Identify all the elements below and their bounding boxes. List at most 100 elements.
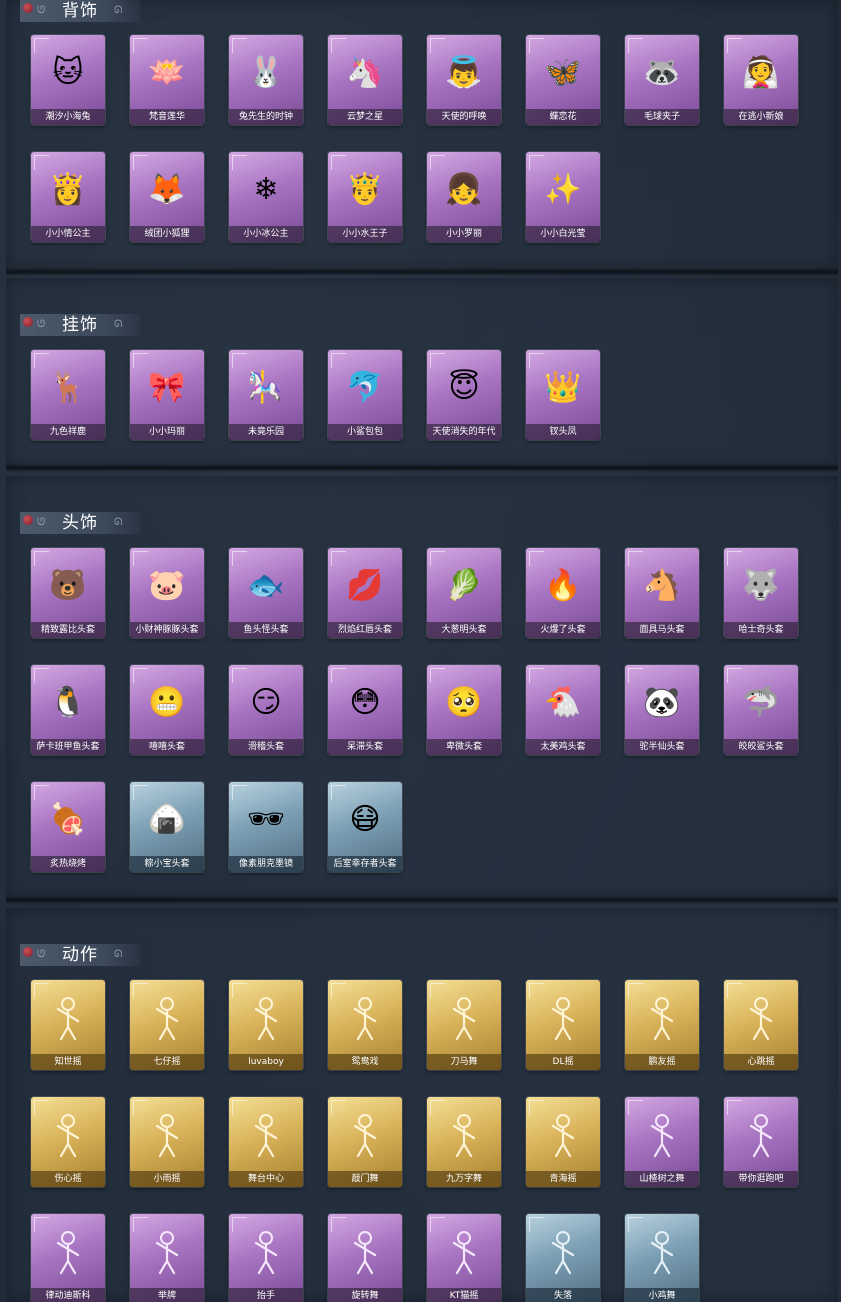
- paradise-doll-icon: 🎠: [247, 370, 285, 405]
- item-card[interactable]: 舞台中心: [229, 1097, 303, 1187]
- item-card[interactable]: 🦌 九色祥鹿: [31, 350, 105, 440]
- item-card[interactable]: 💋 烈焰红唇头套: [328, 548, 402, 638]
- item-card[interactable]: 刀马舞: [427, 980, 501, 1070]
- item-card[interactable]: 🕶 像素朋克墨镜: [229, 782, 303, 872]
- item-card[interactable]: KT猫摇: [427, 1214, 501, 1302]
- item-card[interactable]: 心跳摇: [724, 980, 798, 1070]
- item-card[interactable]: 👑 钗头凤: [526, 350, 600, 440]
- item-card[interactable]: 旋转舞: [328, 1214, 402, 1302]
- item-label: 小小罗丽: [427, 226, 501, 242]
- item-card[interactable]: 🐧 萨卡班甲鱼头套: [31, 665, 105, 755]
- item-card[interactable]: 🐬 小鲨包包: [328, 350, 402, 440]
- item-card[interactable]: 🍖 炙热烧烤: [31, 782, 105, 872]
- dance-pose-icon: [44, 1107, 92, 1163]
- item-card[interactable]: 带你逛跑吧: [724, 1097, 798, 1187]
- item-label: 刀马舞: [427, 1054, 501, 1070]
- item-label: 举牌: [130, 1288, 204, 1302]
- item-card[interactable]: 🦋 蝶恋花: [526, 35, 600, 125]
- item-card[interactable]: 鹏友摇: [625, 980, 699, 1070]
- pixel-sunglasses-icon: 🕶: [246, 802, 286, 837]
- seal-icon: [23, 317, 33, 327]
- item-card[interactable]: 🐷 小财神豚豚头套: [130, 548, 204, 638]
- item-card[interactable]: DL摇: [526, 980, 600, 1070]
- item-label: 心跳摇: [724, 1054, 798, 1070]
- item-card[interactable]: 九万字舞: [427, 1097, 501, 1187]
- item-card[interactable]: 🎠 未竟乐园: [229, 350, 303, 440]
- item-card[interactable]: 失落: [526, 1214, 600, 1302]
- deer-icon: 🦌: [49, 370, 87, 405]
- item-label: 毛球夹子: [625, 109, 699, 125]
- item-card[interactable]: 🦝 毛球夹子: [625, 35, 699, 125]
- item-label: 小小白光莹: [526, 226, 600, 242]
- item-card[interactable]: 🥬 大葱明头套: [427, 548, 501, 638]
- item-card[interactable]: 🐻 精致露比头套: [31, 548, 105, 638]
- item-card[interactable]: 🥺 卑微头套: [427, 665, 501, 755]
- item-card[interactable]: 🐔 太美鸡头套: [526, 665, 600, 755]
- item-label: 后室幸存者头套: [328, 856, 402, 872]
- item-card[interactable]: 👧 小小罗丽: [427, 152, 501, 242]
- item-card[interactable]: 🎀 小小玛丽: [130, 350, 204, 440]
- item-card[interactable]: 敲门舞: [328, 1097, 402, 1187]
- section-title: 背饰: [62, 1, 98, 21]
- item-card[interactable]: 🤴 小小水王子: [328, 152, 402, 242]
- item-card[interactable]: 😇 天使消失的年代: [427, 350, 501, 440]
- item-card[interactable]: 🔥 火爆了头套: [526, 548, 600, 638]
- item-card[interactable]: 🍙 粽小宝头套: [130, 782, 204, 872]
- item-card[interactable]: 小雨摇: [130, 1097, 204, 1187]
- swirl-icon: ᘏ: [114, 319, 123, 330]
- item-card[interactable]: 🐴 面具马头套: [625, 548, 699, 638]
- item-card[interactable]: 抬手: [229, 1214, 303, 1302]
- item-card[interactable]: luvaboy: [229, 980, 303, 1070]
- kneel-pose-icon: [539, 1224, 587, 1280]
- item-card[interactable]: 知世摇: [31, 980, 105, 1070]
- item-card[interactable]: 🐰 兔先生的时钟: [229, 35, 303, 125]
- dance-pose-icon: [440, 1107, 488, 1163]
- item-card[interactable]: 👸 小小情公主: [31, 152, 105, 242]
- item-card[interactable]: 👰 在逃小新娘: [724, 35, 798, 125]
- item-label: 知世摇: [31, 1054, 105, 1070]
- item-card[interactable]: ✨ 小小白光莹: [526, 152, 600, 242]
- funny-emoji-icon: 😏: [250, 685, 282, 720]
- seal-icon: [23, 515, 33, 525]
- item-label: 云梦之星: [328, 109, 402, 125]
- item-card[interactable]: 小鸡舞: [625, 1214, 699, 1302]
- item-card[interactable]: 🐺 哈士奇头套: [724, 548, 798, 638]
- item-label: 鹏友摇: [625, 1054, 699, 1070]
- item-card[interactable]: 七仔摇: [130, 980, 204, 1070]
- item-label: KT猫摇: [427, 1288, 501, 1302]
- item-label: 太美鸡头套: [526, 739, 600, 755]
- item-card[interactable]: 🦄 云梦之星: [328, 35, 402, 125]
- item-card[interactable]: 😏 滑稽头套: [229, 665, 303, 755]
- item-card[interactable]: ❄ 小小冰公主: [229, 152, 303, 242]
- item-card[interactable]: 伤心摇: [31, 1097, 105, 1187]
- item-card[interactable]: 🐱 潮汐小海兔: [31, 35, 105, 125]
- item-card[interactable]: 🦈 皎皎鲨头套: [724, 665, 798, 755]
- item-card[interactable]: 山楂树之舞: [625, 1097, 699, 1187]
- item-card[interactable]: 🐼 驼半仙头套: [625, 665, 699, 755]
- collection-page: ᘎ 背饰 ᘏ ᘎ 挂饰 ᘏ ᘎ 头饰 ᘏ ᘎ 动作 ᘏ 🐱 潮汐小海兔 🪷 梵音莲华 🐰…: [0, 0, 841, 1302]
- angel-doll-icon: 😇: [448, 370, 480, 405]
- angel-icon: 👼: [445, 55, 483, 90]
- raccoon-clip-icon: 🦝: [643, 55, 681, 90]
- item-card[interactable]: 😳 呆滞头套: [328, 665, 402, 755]
- item-card[interactable]: 律动迪斯科: [31, 1214, 105, 1302]
- pig-mask-icon: 🐷: [148, 568, 186, 603]
- item-card[interactable]: 举牌: [130, 1214, 204, 1302]
- item-label: 天使消失的年代: [427, 424, 501, 440]
- dance-pose-icon: [539, 1107, 587, 1163]
- item-card[interactable]: 😬 嘻嘻头套: [130, 665, 204, 755]
- item-card[interactable]: 🪷 梵音莲华: [130, 35, 204, 125]
- item-label: 鱼头怪头套: [229, 622, 303, 638]
- section-title: 动作: [62, 945, 98, 965]
- item-label: 律动迪斯科: [31, 1288, 105, 1302]
- dazed-emoji-icon: 😳: [349, 685, 381, 720]
- item-card[interactable]: 🦊 绒团小狐狸: [130, 152, 204, 242]
- item-card[interactable]: 😷 后室幸存者头套: [328, 782, 402, 872]
- rabbit-clock-icon: 🐰: [247, 55, 285, 90]
- swirl-icon: ᘎ: [37, 517, 46, 528]
- item-card[interactable]: 🐟 鱼头怪头套: [229, 548, 303, 638]
- horse-mask-icon: 🐴: [643, 568, 681, 603]
- item-card[interactable]: 青海摇: [526, 1097, 600, 1187]
- item-card[interactable]: 鸳鸯戏: [328, 980, 402, 1070]
- item-card[interactable]: 👼 天使的呼唤: [427, 35, 501, 125]
